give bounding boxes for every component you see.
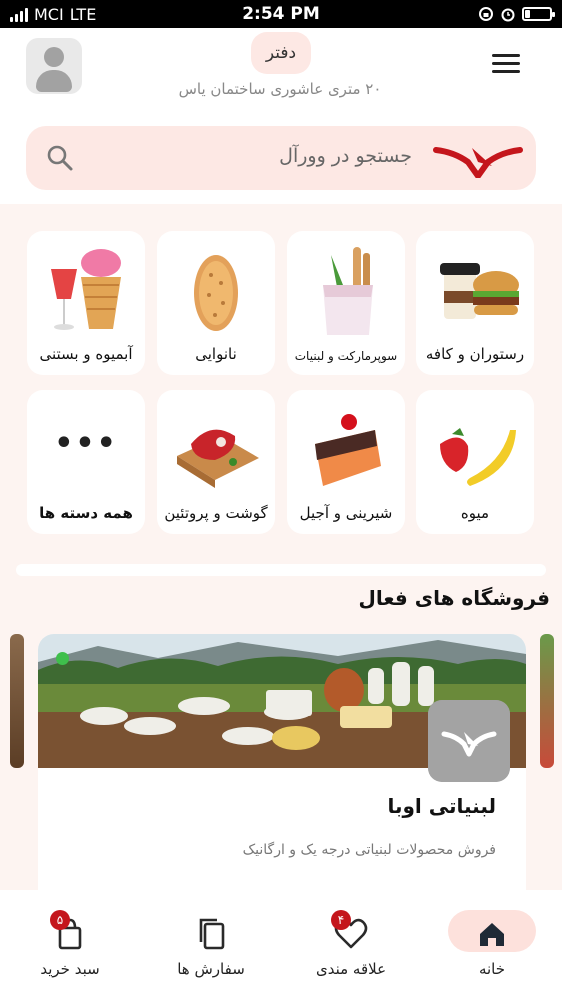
favorites-badge: ۴ [331,910,351,930]
store-name: لبنیاتی اوبا [387,794,496,818]
app-header: دفتر ۲۰ متری عاشوری ساختمان یاس جستجو در… [0,28,562,204]
category-sweets-nuts[interactable]: شیرینی و آجیل [287,390,405,534]
category-label: میوه [460,504,490,522]
brand-logo-icon [433,147,523,178]
status-right [478,6,555,22]
category-juice-icecream[interactable]: آبمیوه و بستنی [27,231,145,375]
burger-coffee-icon [440,263,519,319]
category-supermarket-dairy[interactable]: سوپرمارکت و لبنیات [287,231,405,375]
category-label: رستوران و کافه [425,345,525,363]
hamburger-menu-icon[interactable] [492,54,520,76]
grocery-bag-icon [323,247,373,335]
category-label: نانوایی [195,345,237,363]
nav-label: سبد خرید [40,960,100,978]
rotation-lock-icon [479,7,493,21]
store-card[interactable]: لبنیاتی اوبا فروش محصولات لبنیاتی درجه ی… [38,634,526,934]
home-icon [480,923,504,946]
status-bar: MCI LTE 2:54 PM [0,0,562,28]
cart-badge: ۵ [50,910,70,930]
category-bakery[interactable]: نانوایی [157,231,275,375]
store-logo-icon [428,700,510,782]
category-label: گوشت و پروتئین [164,504,268,522]
open-status-indicator [56,652,69,665]
more-dots-icon: ••• [54,426,118,461]
category-meat-protein[interactable]: گوشت و پروتئین [157,390,275,534]
section-title: فروشگاه های فعال [358,586,550,610]
nav-label: خانه [478,960,506,978]
category-label: همه دسته ها [39,504,133,522]
store-description: فروش محصولات لبنیاتی درجه یک و ارگانیک [242,842,496,858]
category-restaurant-cafe[interactable]: رستوران و کافه [416,231,534,375]
alarm-icon [501,8,515,22]
ice-cream-juice-icon [51,249,121,330]
search-icon[interactable] [46,144,74,172]
location-label: دفتر [265,43,297,63]
category-label: شیرینی و آجیل [299,504,393,522]
nav-orders[interactable]: سفارش ها [151,890,271,1000]
category-label: آبمیوه و بستنی [39,345,133,363]
battery-icon [522,7,555,21]
store-card-peek-right[interactable] [540,634,554,768]
store-card-peek-left[interactable] [10,634,24,768]
nav-cart[interactable]: ۵ سبد خرید [10,890,130,1000]
bread-icon [194,255,238,331]
category-fruit[interactable]: میوه [416,390,534,534]
address-text: ۲۰ متری عاشوری ساختمان یاس [178,80,382,98]
bottom-navigation: خانه ۴ علاقه مندی سفارش ها ۵ سبد خرید [0,890,562,1000]
category-all[interactable]: ••• همه دسته ها [27,390,145,534]
nav-label: علاقه مندی [315,960,387,978]
orders-icon [199,918,225,950]
category-label: سوپرمارکت و لبنیات [294,349,398,363]
nav-home[interactable]: خانه [432,890,552,1000]
nav-label: سفارش ها [177,960,245,978]
avatar[interactable] [26,38,82,94]
cake-icon [315,414,381,486]
location-selector[interactable]: دفتر [251,32,311,74]
nav-favorites[interactable]: ۴ علاقه مندی [291,890,411,1000]
fruit-icon [440,428,516,486]
search-bar[interactable]: جستجو در وورآل [26,126,536,190]
search-input[interactable]: جستجو در وورآل [146,145,412,167]
meat-icon [177,429,259,488]
section-divider [16,564,546,576]
